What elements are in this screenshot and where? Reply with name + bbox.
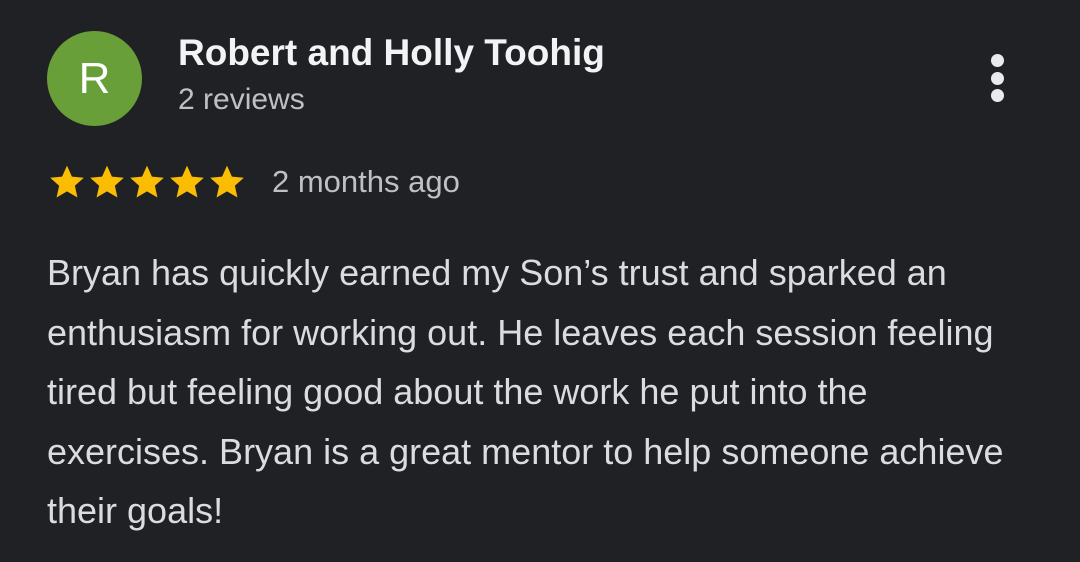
more-options-button[interactable] (972, 48, 1022, 108)
review-timestamp: 2 months ago (272, 164, 460, 199)
star-icon (127, 162, 167, 202)
star-icon (167, 162, 207, 202)
review-text: Bryan has quickly earned my Son’s trust … (47, 252, 1004, 531)
more-vert-icon (990, 54, 1004, 67)
avatar[interactable]: R (47, 31, 142, 126)
star-rating (47, 162, 247, 202)
avatar-initial: R (78, 53, 111, 103)
star-icon (87, 162, 127, 202)
author-name[interactable]: Robert and Holly Toohig (178, 32, 605, 74)
author-review-count[interactable]: 2 reviews (178, 83, 305, 117)
rating-row: 2 months ago (47, 160, 460, 204)
review-card: R Robert and Holly Toohig 2 reviews 2 mo… (0, 0, 1080, 562)
star-icon (47, 162, 87, 202)
star-icon (207, 162, 247, 202)
more-vert-icon-dot (990, 71, 1004, 85)
more-vert-icon-dot (990, 89, 1004, 102)
